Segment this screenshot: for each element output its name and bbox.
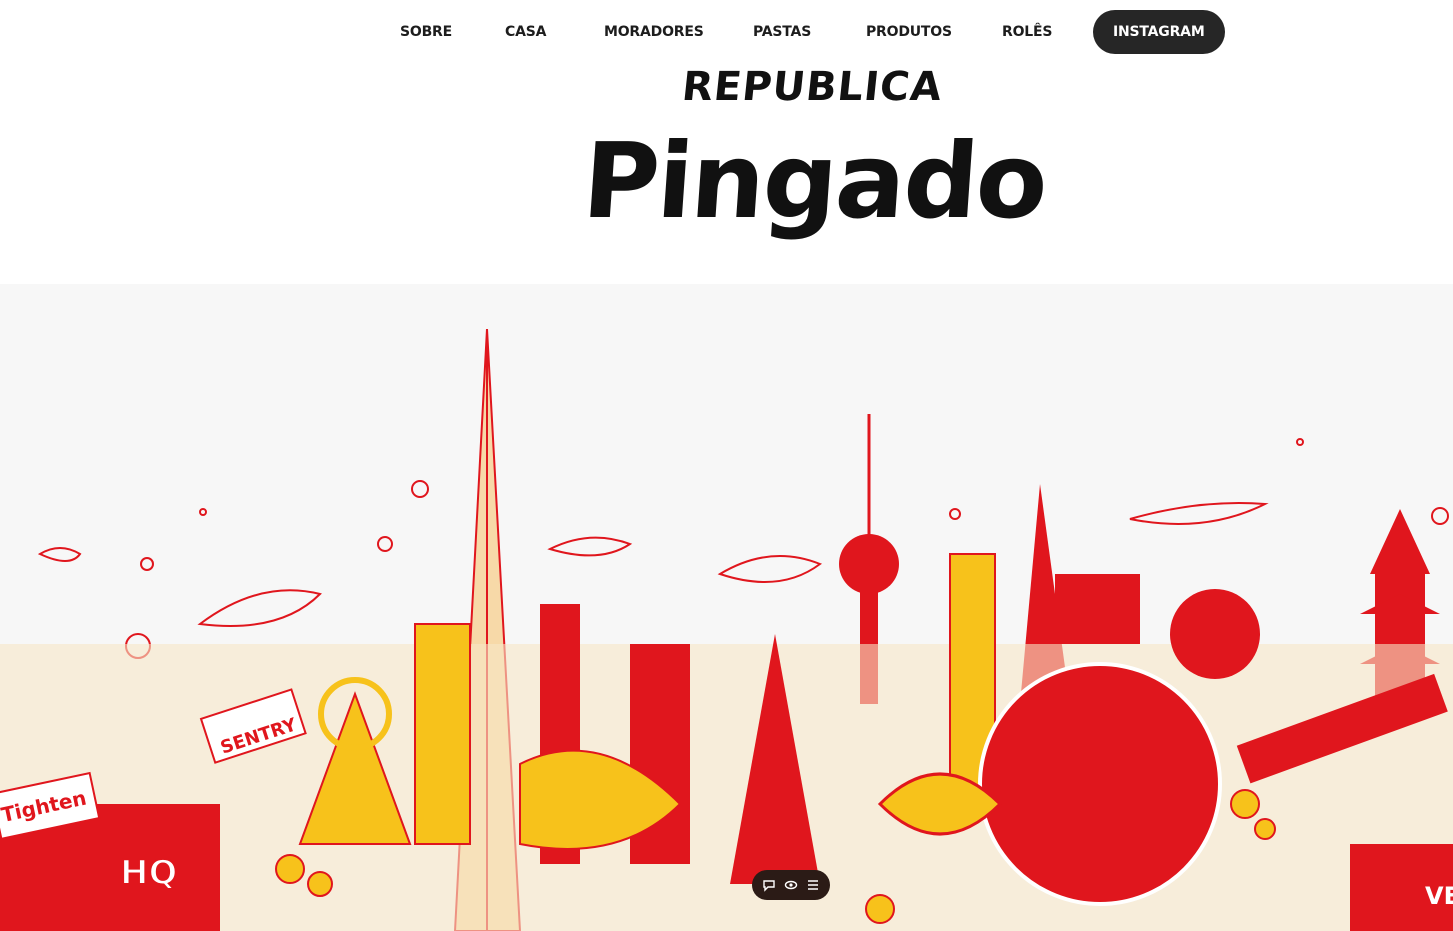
city-illustration: SENTRY Tighten HQ VE [0, 328, 1453, 931]
nav-roles[interactable]: ROLÊS [1002, 10, 1052, 54]
menu-icon[interactable] [804, 876, 822, 894]
brand-republica: REPUBLICA [679, 64, 945, 110]
sign-ve: VE [1425, 882, 1453, 910]
nav-produtos[interactable]: PRODUTOS [866, 10, 952, 54]
nav-moradores[interactable]: MORADORES [604, 10, 704, 54]
instagram-button[interactable]: INSTAGRAM [1093, 10, 1225, 54]
floating-toolbar [752, 870, 830, 900]
sign-hq: HQ [120, 853, 177, 893]
nav-pastas[interactable]: PASTAS [753, 10, 811, 54]
hero-illustration: SENTRY Tighten HQ VE [0, 284, 1453, 931]
nav-casa[interactable]: CASA [505, 10, 546, 54]
nav-sobre[interactable]: SOBRE [400, 10, 452, 54]
brand-pingado-logo: Pingado [579, 120, 1051, 242]
chat-icon[interactable] [760, 876, 778, 894]
main-nav: SOBRE CASA MORADORES PASTAS PRODUTOS ROL… [0, 10, 1453, 54]
eye-icon[interactable] [782, 876, 800, 894]
